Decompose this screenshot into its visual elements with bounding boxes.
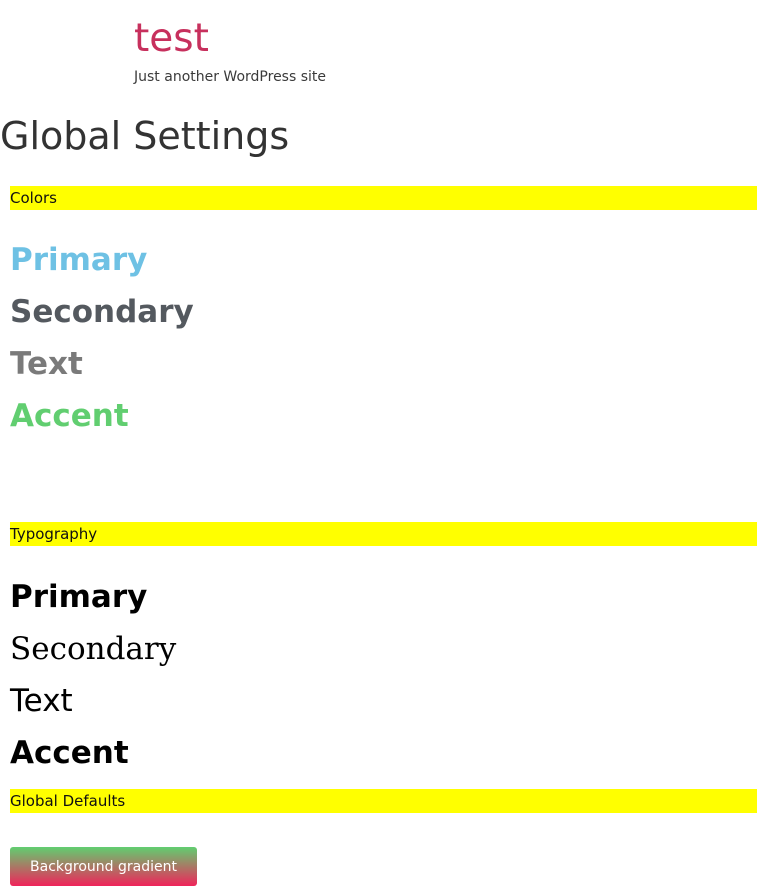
color-primary-label: Primary [10,242,148,278]
color-accent-label: Accent [10,398,129,434]
typography-secondary-label: Secondary [10,631,177,667]
typography-accent-label: Accent [10,735,129,771]
typography-text-label: Text [10,683,73,719]
colors-section-heading: Colors [10,186,757,210]
color-text-label: Text [10,346,83,382]
color-secondary-label: Secondary [10,294,194,330]
site-header: test Just another WordPress site [134,14,326,87]
background-gradient-button[interactable]: Background gradient [10,847,197,886]
page-title: Global Settings [0,114,290,158]
site-tagline: Just another WordPress site [134,69,327,85]
global-defaults-section-heading: Global Defaults [10,789,757,813]
typography-section-heading: Typography [10,522,757,546]
typography-primary-label: Primary [10,579,148,615]
site-title-link[interactable]: test [134,14,326,64]
